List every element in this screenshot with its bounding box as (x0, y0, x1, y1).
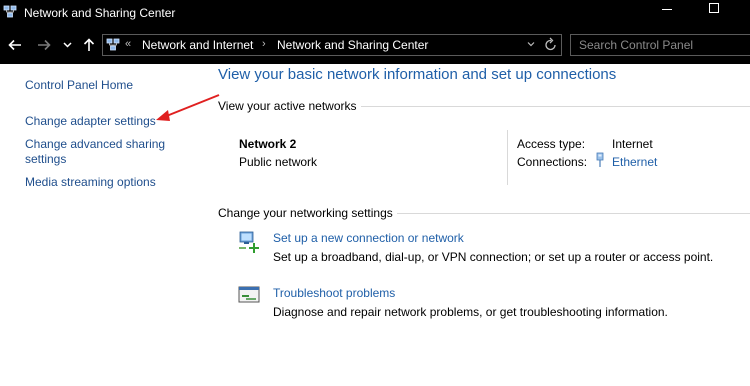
up-arrow-icon (83, 38, 95, 51)
change-advanced-sharing-settings-link[interactable]: Change advanced sharing settings (25, 137, 165, 167)
forward-button[interactable] (35, 36, 53, 54)
network-info-divider (507, 130, 508, 185)
maximize-button[interactable] (691, 0, 737, 28)
minimize-icon (662, 8, 672, 10)
address-dropdown-button[interactable] (527, 37, 535, 53)
ethernet-connection-link[interactable]: Ethernet (612, 155, 657, 169)
control-panel-icon (106, 38, 120, 51)
connections-label: Connections: (517, 155, 588, 169)
minimize-button[interactable] (644, 0, 690, 28)
media-streaming-options-link[interactable]: Media streaming options (25, 175, 156, 190)
title-bar: Network and Sharing Center (0, 0, 750, 28)
breadcrumb-network-and-sharing-center[interactable]: Network and Sharing Center (277, 38, 428, 52)
forward-arrow-icon (38, 39, 51, 51)
change-networking-settings-label: Change your networking settings (218, 206, 397, 220)
network-name: Network 2 (239, 137, 297, 151)
recent-locations-button[interactable] (61, 36, 73, 54)
back-arrow-icon (8, 39, 21, 51)
troubleshoot-problems-description: Diagnose and repair network problems, or… (273, 305, 668, 319)
search-input[interactable] (571, 35, 750, 55)
troubleshoot-problems-link[interactable]: Troubleshoot problems (273, 286, 395, 300)
ethernet-icon (596, 152, 604, 167)
advanced-sharing-label-line1: Change advanced sharing (25, 137, 166, 151)
access-type-label: Access type: (517, 137, 586, 151)
active-networks-label: View your active networks (218, 99, 361, 113)
up-button[interactable] (81, 36, 97, 54)
change-adapter-settings-link[interactable]: Change adapter settings (25, 114, 156, 129)
page-heading: View your basic network information and … (218, 66, 617, 83)
new-connection-icon (239, 231, 259, 253)
advanced-sharing-label-line2: settings (25, 152, 67, 166)
chevron-down-icon (62, 42, 72, 48)
access-type-value: Internet (612, 137, 653, 151)
breadcrumb-network-and-internet[interactable]: Network and Internet (142, 38, 253, 52)
troubleshoot-icon (238, 286, 260, 303)
window-title: Network and Sharing Center (24, 6, 176, 20)
search-box[interactable] (570, 34, 750, 56)
maximize-icon (709, 3, 719, 13)
control-panel-home-link[interactable]: Control Panel Home (25, 78, 133, 93)
breadcrumb-separator[interactable]: › (262, 38, 266, 50)
refresh-button[interactable] (544, 36, 558, 57)
navigation-bar: « Network and Internet › Network and Sha… (0, 28, 750, 64)
chevron-down-icon (527, 42, 535, 47)
address-bar[interactable]: « Network and Internet › Network and Sha… (102, 34, 562, 56)
overflow-chevron[interactable]: « (125, 38, 131, 50)
setup-new-connection-description: Set up a broadband, dial-up, or VPN conn… (273, 250, 714, 264)
network-center-icon (3, 5, 17, 18)
setup-new-connection-link[interactable]: Set up a new connection or network (273, 231, 464, 245)
refresh-icon (545, 37, 556, 51)
back-button[interactable] (6, 36, 24, 54)
network-category: Public network (239, 155, 318, 169)
